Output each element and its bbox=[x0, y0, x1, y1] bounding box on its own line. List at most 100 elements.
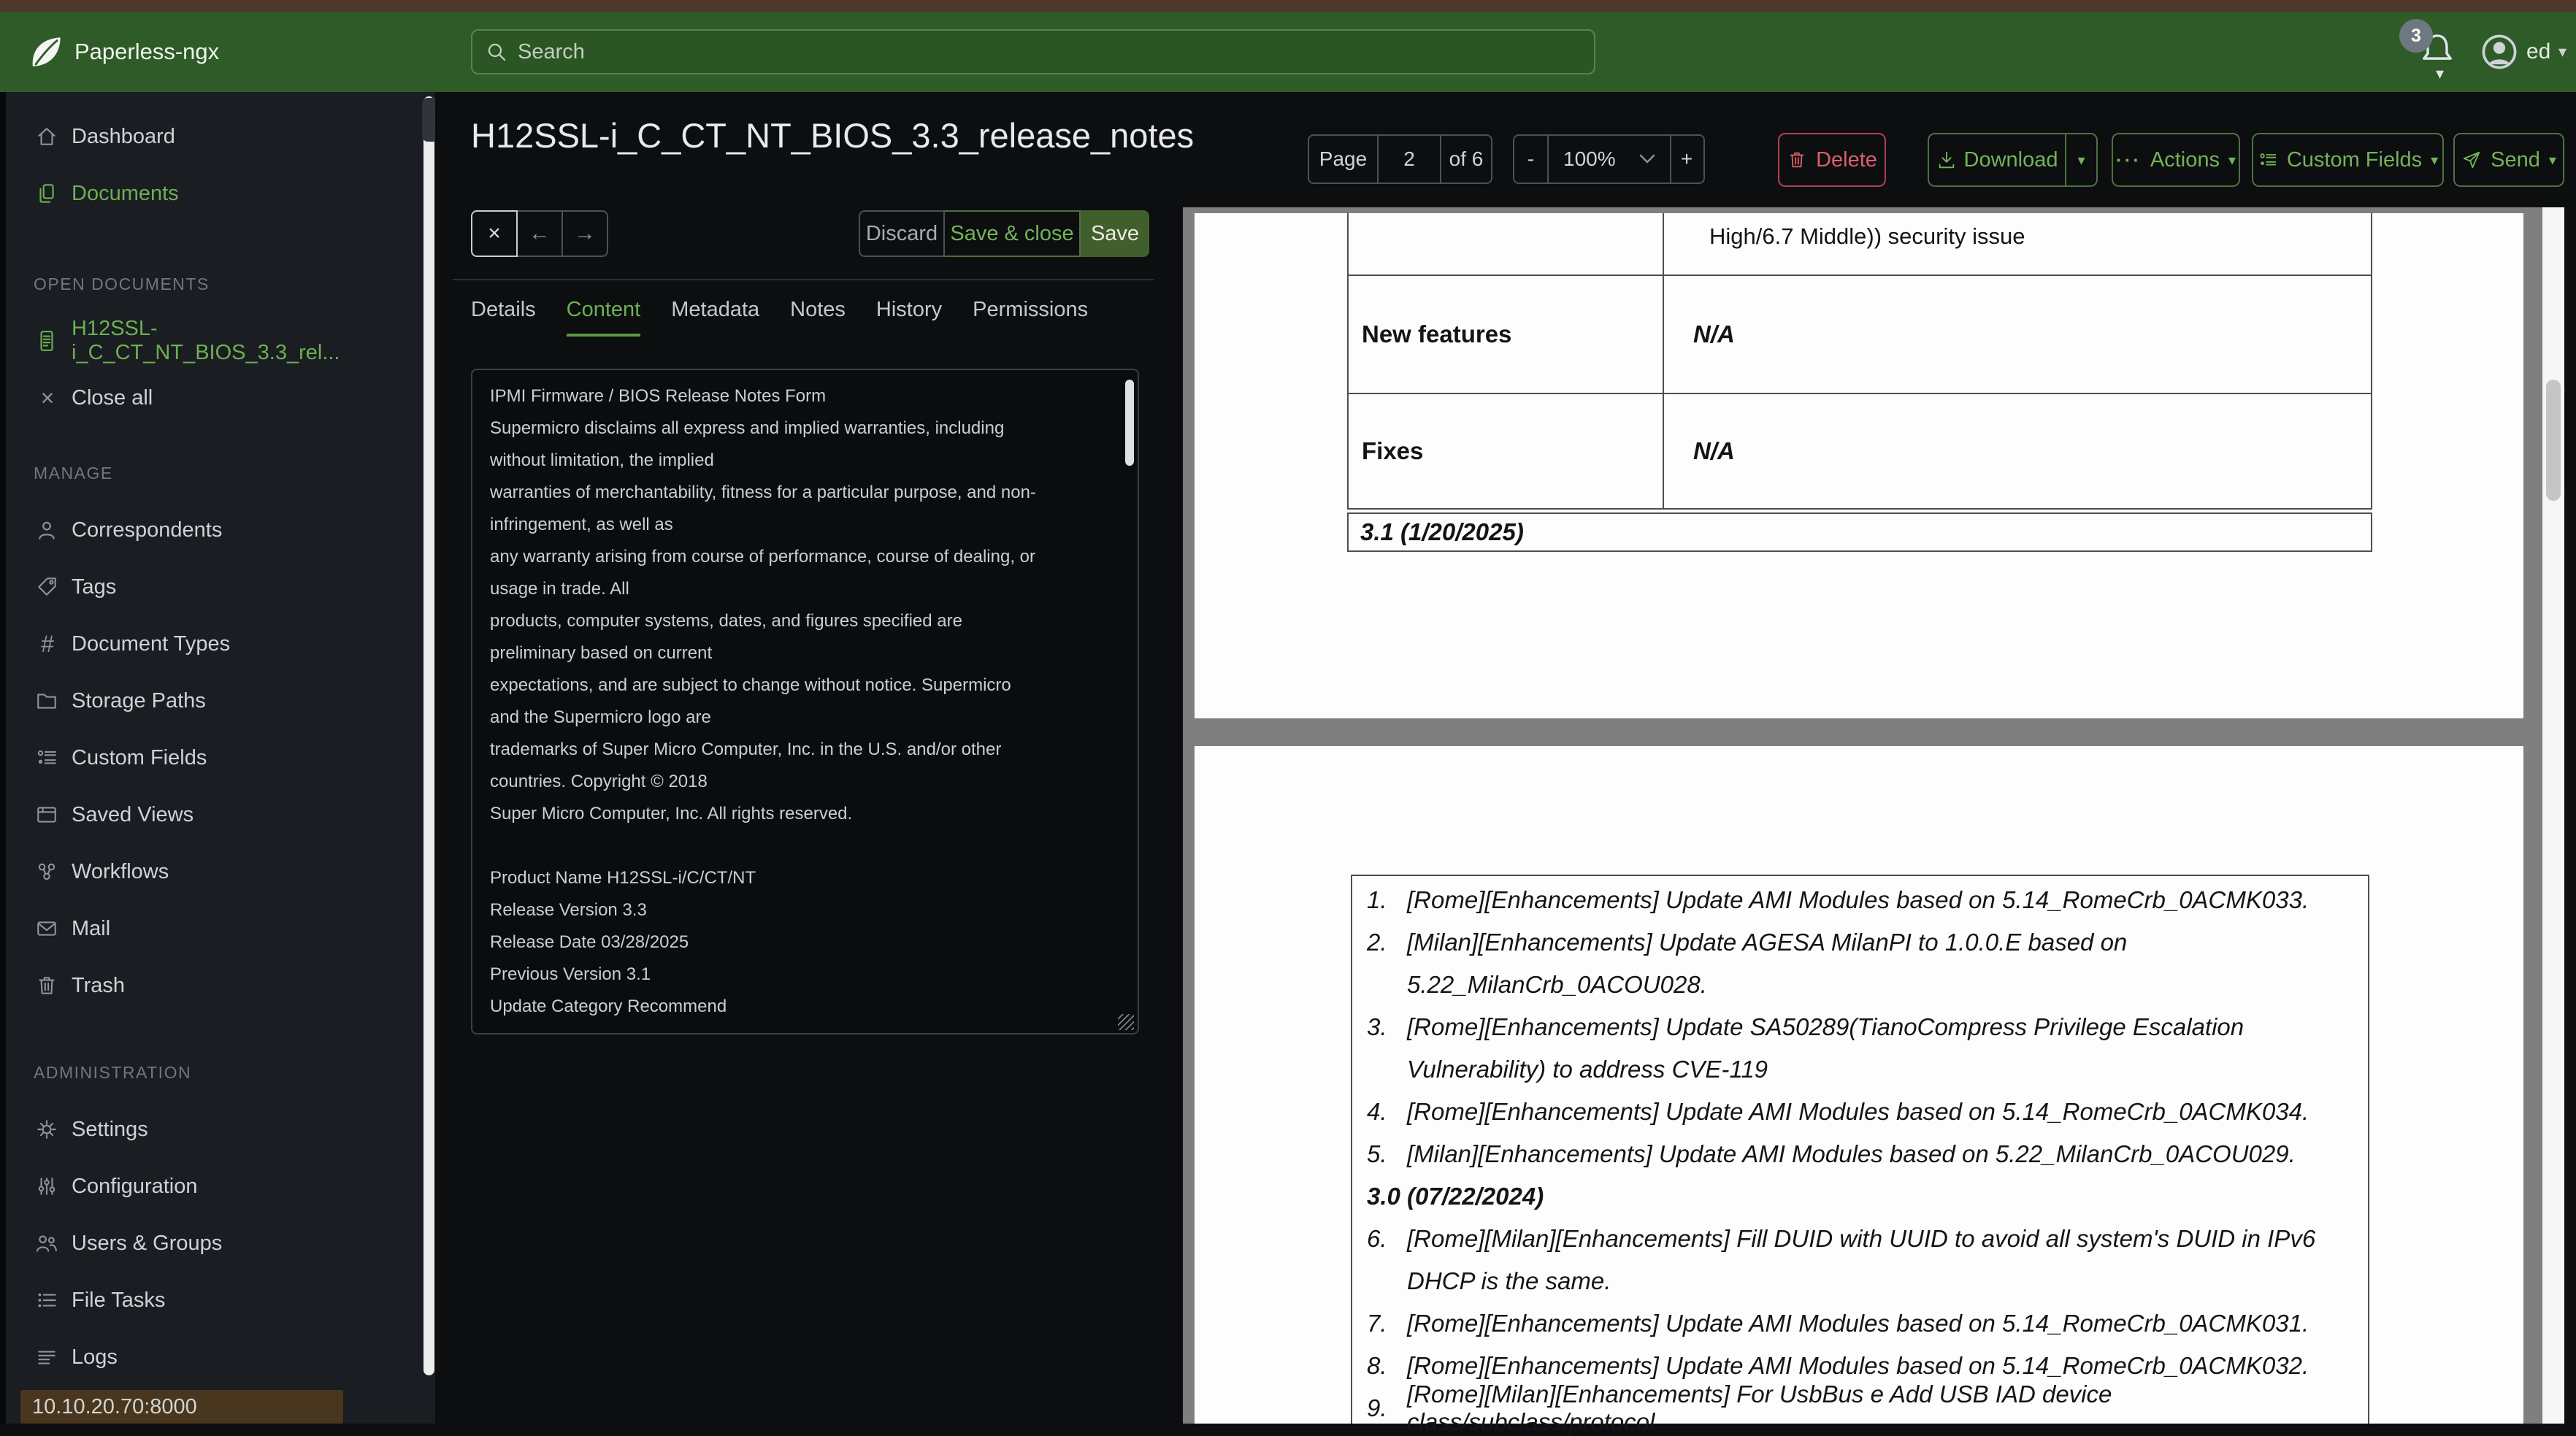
pdf-list-text: [Rome][Enhancements] Update AMI Modules … bbox=[1407, 1098, 2309, 1125]
sidebar-item-label: Users & Groups bbox=[72, 1231, 223, 1255]
person-icon bbox=[35, 518, 60, 542]
content-textarea[interactable]: IPMI Firmware / BIOS Release Notes Form … bbox=[471, 369, 1139, 1034]
sliders-icon bbox=[35, 1175, 60, 1198]
pdf-list-number: 1. bbox=[1367, 886, 1387, 913]
pdf-page-1: High/6.7 Middle)) security issue New fea… bbox=[1195, 213, 2523, 718]
pdf-list-line: 7. [Rome][Enhancements] Update AMI Modul… bbox=[1367, 1302, 2356, 1345]
zoom-level-select[interactable]: 100% bbox=[1547, 136, 1670, 183]
zoom-out-button[interactable]: - bbox=[1514, 136, 1547, 183]
user-menu[interactable]: ed bbox=[2526, 12, 2550, 92]
table-cell-value: N/A bbox=[1693, 320, 1735, 348]
sidebar-item-label: Dashboard bbox=[72, 124, 175, 148]
tab-history[interactable]: History bbox=[876, 298, 942, 337]
content-editor-wrap: IPMI Firmware / BIOS Release Notes Form … bbox=[471, 369, 1139, 1034]
pdf-list-line: DHCP is the same. bbox=[1367, 1260, 2356, 1302]
zoom-in-button[interactable]: + bbox=[1670, 136, 1702, 183]
sidebar-item-close-all[interactable]: × Close all bbox=[6, 369, 415, 426]
tab-permissions[interactable]: Permissions bbox=[973, 298, 1088, 337]
pdf-list-line: 6. [Rome][Milan][Enhancements] Fill DUID… bbox=[1367, 1218, 2356, 1260]
actions-button[interactable]: ··· Actions ▾ bbox=[2112, 133, 2240, 187]
pdf-page-2: 1. [Rome][Enhancements] Update AMI Modul… bbox=[1195, 746, 2523, 1435]
sidebar-item-label: Close all bbox=[72, 385, 153, 410]
pdf-list-line: 1. [Rome][Enhancements] Update AMI Modul… bbox=[1367, 879, 2356, 921]
sidebar-item-correspondents[interactable]: Correspondents bbox=[6, 502, 415, 558]
users-icon bbox=[35, 1232, 60, 1255]
sidebar-item-storage-paths[interactable]: Storage Paths bbox=[6, 672, 415, 729]
sidebar-item-label: Settings bbox=[72, 1117, 148, 1141]
search-input[interactable] bbox=[518, 39, 1581, 64]
pdf-list-text: DHCP is the same. bbox=[1407, 1267, 1611, 1294]
content-scrollbar-thumb[interactable] bbox=[1125, 380, 1134, 466]
sidebar-item-configuration[interactable]: Configuration bbox=[6, 1158, 415, 1215]
sidebar-item-saved-views[interactable]: Saved Views bbox=[6, 786, 415, 843]
tab-details[interactable]: Details bbox=[471, 298, 536, 337]
notification-count-badge: 3 bbox=[2399, 19, 2433, 53]
sidebar-scrollbar[interactable] bbox=[423, 96, 434, 1375]
pdf-list-number: 8. bbox=[1367, 1352, 1387, 1379]
release-notes-table: High/6.7 Middle)) security issue New fea… bbox=[1347, 213, 2372, 552]
sidebar-item-label: H12SSL-i_C_CT_NT_BIOS_3.3_rel... bbox=[72, 317, 340, 364]
gear-icon bbox=[35, 1118, 60, 1141]
sidebar-item-label: Document Types bbox=[72, 631, 231, 656]
pdf-list-line: Vulnerability) to address CVE-119 bbox=[1367, 1048, 2356, 1091]
trash-icon bbox=[35, 974, 60, 997]
pdf-scrollbar-track[interactable] bbox=[2542, 207, 2564, 1424]
pdf-list-text: [Rome][Milan][Enhancements] Fill DUID wi… bbox=[1407, 1225, 2316, 1252]
discard-button[interactable]: Discard bbox=[859, 210, 945, 257]
administration-header: ADMINISTRATION bbox=[34, 1062, 192, 1082]
sidebar-item-mail[interactable]: Mail bbox=[6, 900, 415, 957]
sidebar-item-logs[interactable]: Logs bbox=[6, 1329, 415, 1386]
pdf-list-text: [Rome][Enhancements] Update AMI Modules … bbox=[1407, 886, 2309, 913]
custom-fields-button[interactable]: Custom Fields ▾ bbox=[2252, 133, 2444, 187]
save-and-close-button[interactable]: Save & close bbox=[945, 210, 1081, 257]
sidebar-item-settings[interactable]: Settings bbox=[6, 1101, 415, 1158]
global-search[interactable] bbox=[471, 29, 1595, 74]
sidebar-item-custom-fields[interactable]: Custom Fields bbox=[6, 729, 415, 786]
sidebar-item-document-types[interactable]: # Document Types bbox=[6, 615, 415, 672]
user-avatar-icon[interactable] bbox=[2480, 32, 2519, 72]
download-dropdown-button[interactable]: ▾ bbox=[2065, 134, 2096, 185]
download-button-label: Download bbox=[1963, 147, 2058, 172]
pdf-list-number: 6. bbox=[1367, 1225, 1387, 1252]
app-title: Paperless-ngx bbox=[74, 39, 220, 64]
close-icon: × bbox=[40, 385, 55, 411]
file-text-icon bbox=[35, 329, 60, 353]
sidebar-item-users-groups[interactable]: Users & Groups bbox=[6, 1215, 415, 1272]
sidebar-item-trash[interactable]: Trash bbox=[6, 957, 415, 1014]
tab-notes[interactable]: Notes bbox=[790, 298, 846, 337]
sidebar-item-tags[interactable]: Tags bbox=[6, 558, 415, 615]
header-divider bbox=[453, 279, 1154, 280]
sidebar-item-label: Documents bbox=[72, 181, 179, 205]
sidebar-item-workflows[interactable]: Workflows bbox=[6, 843, 415, 900]
download-button[interactable]: Download bbox=[1929, 134, 2065, 185]
hostname-link-tooltip: 10.10.20.70:8000 bbox=[20, 1390, 343, 1424]
close-document-button[interactable]: × bbox=[471, 210, 518, 257]
tab-content[interactable]: Content bbox=[566, 298, 641, 337]
textarea-resize-handle[interactable] bbox=[1118, 1014, 1134, 1030]
sidebar-collapse-button[interactable]: « bbox=[422, 98, 435, 142]
page-number-field[interactable] bbox=[1377, 136, 1440, 183]
pdf-list-text: 5.22_MilanCrb_0ACOU028. bbox=[1407, 971, 1707, 998]
sidebar-item-dashboard[interactable]: Dashboard bbox=[6, 108, 415, 165]
sidebar-item-open-document[interactable]: H12SSL-i_C_CT_NT_BIOS_3.3_rel... bbox=[6, 312, 415, 369]
sidebar-left-edge bbox=[0, 92, 6, 1424]
open-documents-header: OPEN DOCUMENTS bbox=[34, 274, 210, 293]
send-icon bbox=[2461, 150, 2482, 170]
next-document-button[interactable]: → bbox=[561, 210, 608, 257]
delete-button[interactable]: Delete bbox=[1778, 133, 1886, 187]
pdf-list-line: 3.0 (07/22/2024) bbox=[1367, 1175, 2356, 1218]
caret-down-icon: ▾ bbox=[2548, 152, 2556, 169]
sidebar-item-file-tasks[interactable]: File Tasks bbox=[6, 1272, 415, 1329]
send-button[interactable]: Send ▾ bbox=[2453, 133, 2564, 187]
tab-metadata[interactable]: Metadata bbox=[671, 298, 759, 337]
sidebar-item-label: File Tasks bbox=[72, 1288, 166, 1312]
sidebar-item-label: Storage Paths bbox=[72, 688, 206, 713]
version-row: 3.1 (1/20/2025) bbox=[1347, 512, 2372, 552]
page-number-input[interactable] bbox=[1379, 136, 1440, 183]
save-button[interactable]: Save bbox=[1081, 210, 1149, 257]
sidebar-item-documents[interactable]: Documents bbox=[6, 165, 415, 222]
previous-document-button[interactable]: ← bbox=[516, 210, 563, 257]
table-row: New features N/A bbox=[1347, 276, 2372, 394]
pdf-scrollbar-thumb[interactable] bbox=[2546, 380, 2561, 501]
pdf-list-line: 4. [Rome][Enhancements] Update AMI Modul… bbox=[1367, 1091, 2356, 1133]
